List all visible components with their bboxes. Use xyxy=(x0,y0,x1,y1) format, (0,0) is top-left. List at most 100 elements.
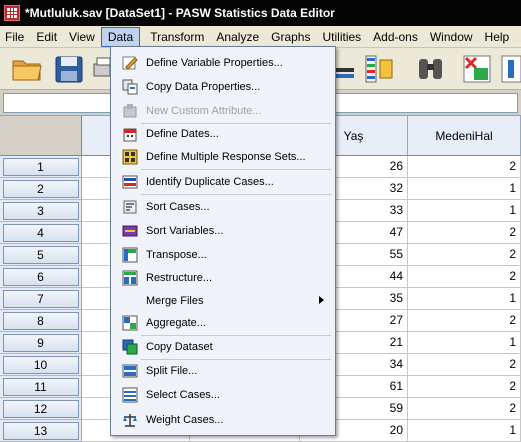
row-number: 5 xyxy=(2,245,79,264)
copy-data-properties-icon xyxy=(122,79,138,94)
menu-item-new-custom-attribute: New Custom Attribute... xyxy=(112,99,334,122)
print-icon[interactable] xyxy=(92,52,110,86)
data-menu-dropdown: Define Variable Properties... Copy Data … xyxy=(110,46,336,436)
menu-analyze[interactable]: Analyze xyxy=(210,27,265,47)
menu-utilities[interactable]: Utilities xyxy=(316,27,367,47)
menu-item-label: Identify Duplicate Cases... xyxy=(146,175,274,188)
sort-variables-icon xyxy=(122,225,138,236)
split-file-icon xyxy=(122,364,138,377)
cell-medeni[interactable]: 2 xyxy=(408,354,521,376)
menu-item-define-dates[interactable]: Define Dates... xyxy=(112,122,334,145)
menu-item-define-variable-properties[interactable]: Define Variable Properties... xyxy=(112,51,334,74)
menu-item-select-cases[interactable]: Select Cases... xyxy=(112,383,334,406)
row-header[interactable]: 5 xyxy=(0,244,82,266)
row-header[interactable]: 11 xyxy=(0,376,82,398)
menu-item-label: Define Dates... xyxy=(146,127,219,140)
cell-medeni[interactable]: 1 xyxy=(408,178,521,200)
row-number: 10 xyxy=(2,355,79,374)
row-header[interactable]: 13 xyxy=(0,420,82,442)
select-cases-icon xyxy=(122,387,138,402)
copy-dataset-icon xyxy=(122,339,138,354)
menu-item-label: Aggregate... xyxy=(146,316,206,329)
menu-item-label: Copy Data Properties... xyxy=(146,80,261,93)
identify-duplicates-icon xyxy=(122,175,138,188)
menu-item-label: Sort Cases... xyxy=(146,200,210,213)
save-icon[interactable] xyxy=(52,52,86,86)
cell-medeni[interactable]: 2 xyxy=(408,222,521,244)
cell-medeni[interactable]: 2 xyxy=(408,156,521,178)
cell-medeni[interactable]: 2 xyxy=(408,244,521,266)
menu-item-label: Copy Dataset xyxy=(146,340,213,353)
menu-edit[interactable]: Edit xyxy=(30,27,63,47)
row-header[interactable]: 7 xyxy=(0,288,82,310)
row-number: 13 xyxy=(2,421,79,440)
menu-item-label: Restructure... xyxy=(146,271,213,284)
menu-item-sort-cases[interactable]: Sort Cases... xyxy=(112,195,334,218)
cell-medeni[interactable]: 2 xyxy=(408,310,521,332)
goto-case-icon[interactable] xyxy=(336,52,356,86)
weight-cases-icon xyxy=(123,413,137,427)
row-header[interactable]: 2 xyxy=(0,178,82,200)
cell-medeni[interactable]: 2 xyxy=(408,266,521,288)
menu-view[interactable]: View xyxy=(63,27,101,47)
sort-cases-icon xyxy=(123,200,137,213)
define-dates-icon xyxy=(123,128,137,141)
menu-item-split-file[interactable]: Split File... xyxy=(112,359,334,382)
row-header[interactable]: 4 xyxy=(0,222,82,244)
menu-item-label: Sort Variables... xyxy=(146,224,224,237)
menu-file[interactable]: File xyxy=(0,27,30,47)
menu-item-identify-duplicate-cases[interactable]: Identify Duplicate Cases... xyxy=(112,170,334,193)
find-binoculars-icon[interactable] xyxy=(414,52,448,86)
menu-graphs[interactable]: Graphs xyxy=(265,27,316,47)
menu-transform[interactable]: Transform xyxy=(144,27,210,47)
row-header[interactable]: 8 xyxy=(0,310,82,332)
row-number: 12 xyxy=(2,399,79,418)
row-header[interactable]: 12 xyxy=(0,398,82,420)
variables-icon[interactable] xyxy=(362,52,396,86)
menu-item-label: Define Multiple Response Sets... xyxy=(146,150,306,163)
menu-item-label: Merge Files xyxy=(146,294,204,307)
multiple-response-sets-icon xyxy=(122,149,138,164)
cell-medeni[interactable]: 2 xyxy=(408,398,521,420)
row-number: 3 xyxy=(2,201,79,220)
menu-item-aggregate[interactable]: Aggregate... xyxy=(112,311,334,334)
menu-item-merge-files[interactable]: Merge Files xyxy=(112,289,334,312)
menu-item-label: New Custom Attribute... xyxy=(146,104,262,117)
row-header[interactable]: 10 xyxy=(0,354,82,376)
menu-data[interactable]: Data xyxy=(100,26,141,47)
menu-window[interactable]: Window xyxy=(424,27,479,47)
open-folder-icon[interactable] xyxy=(10,52,44,86)
menu-item-sort-variables[interactable]: Sort Variables... xyxy=(112,219,334,242)
new-custom-attribute-icon xyxy=(123,103,137,117)
menu-add-ons[interactable]: Add-ons xyxy=(367,27,424,47)
row-number: 4 xyxy=(2,223,79,242)
insert-cases-icon[interactable] xyxy=(460,52,494,86)
cell-medeni[interactable]: 1 xyxy=(408,200,521,222)
cell-medeni[interactable]: 1 xyxy=(408,332,521,354)
menu-item-copy-dataset[interactable]: Copy Dataset xyxy=(112,335,334,358)
menu-item-copy-data-properties[interactable]: Copy Data Properties... xyxy=(112,75,334,98)
menu-item-weight-cases[interactable]: Weight Cases... xyxy=(112,408,334,431)
row-header[interactable]: 6 xyxy=(0,266,82,288)
row-header[interactable]: 9 xyxy=(0,332,82,354)
window-title: *Mutluluk.sav [DataSet1] - PASW Statisti… xyxy=(25,6,335,20)
menu-item-transpose[interactable]: Transpose... xyxy=(112,243,334,266)
row-number: 8 xyxy=(2,311,79,330)
pasw-app-icon[interactable] xyxy=(4,5,20,21)
cell-medeni[interactable]: 1 xyxy=(408,420,521,442)
menu-item-label: Split File... xyxy=(146,364,198,377)
row-number: 2 xyxy=(2,179,79,198)
row-header[interactable]: 1 xyxy=(0,156,82,178)
cell-medeni[interactable]: 2 xyxy=(408,376,521,398)
grid-corner xyxy=(0,116,82,156)
insert-variable-icon[interactable] xyxy=(500,52,521,86)
menu-item-define-multiple-response-sets[interactable]: Define Multiple Response Sets... xyxy=(112,145,334,168)
cell-medeni[interactable]: 1 xyxy=(408,288,521,310)
row-header[interactable]: 3 xyxy=(0,200,82,222)
menu-item-restructure[interactable]: Restructure... xyxy=(112,266,334,289)
column-header-medenihal[interactable]: MedeniHal xyxy=(408,116,521,156)
menu-help[interactable]: Help xyxy=(479,27,516,47)
transpose-icon xyxy=(122,247,138,262)
aggregate-icon xyxy=(122,315,138,330)
menu-bar: File Edit View Data Transform Analyze Gr… xyxy=(0,26,521,48)
